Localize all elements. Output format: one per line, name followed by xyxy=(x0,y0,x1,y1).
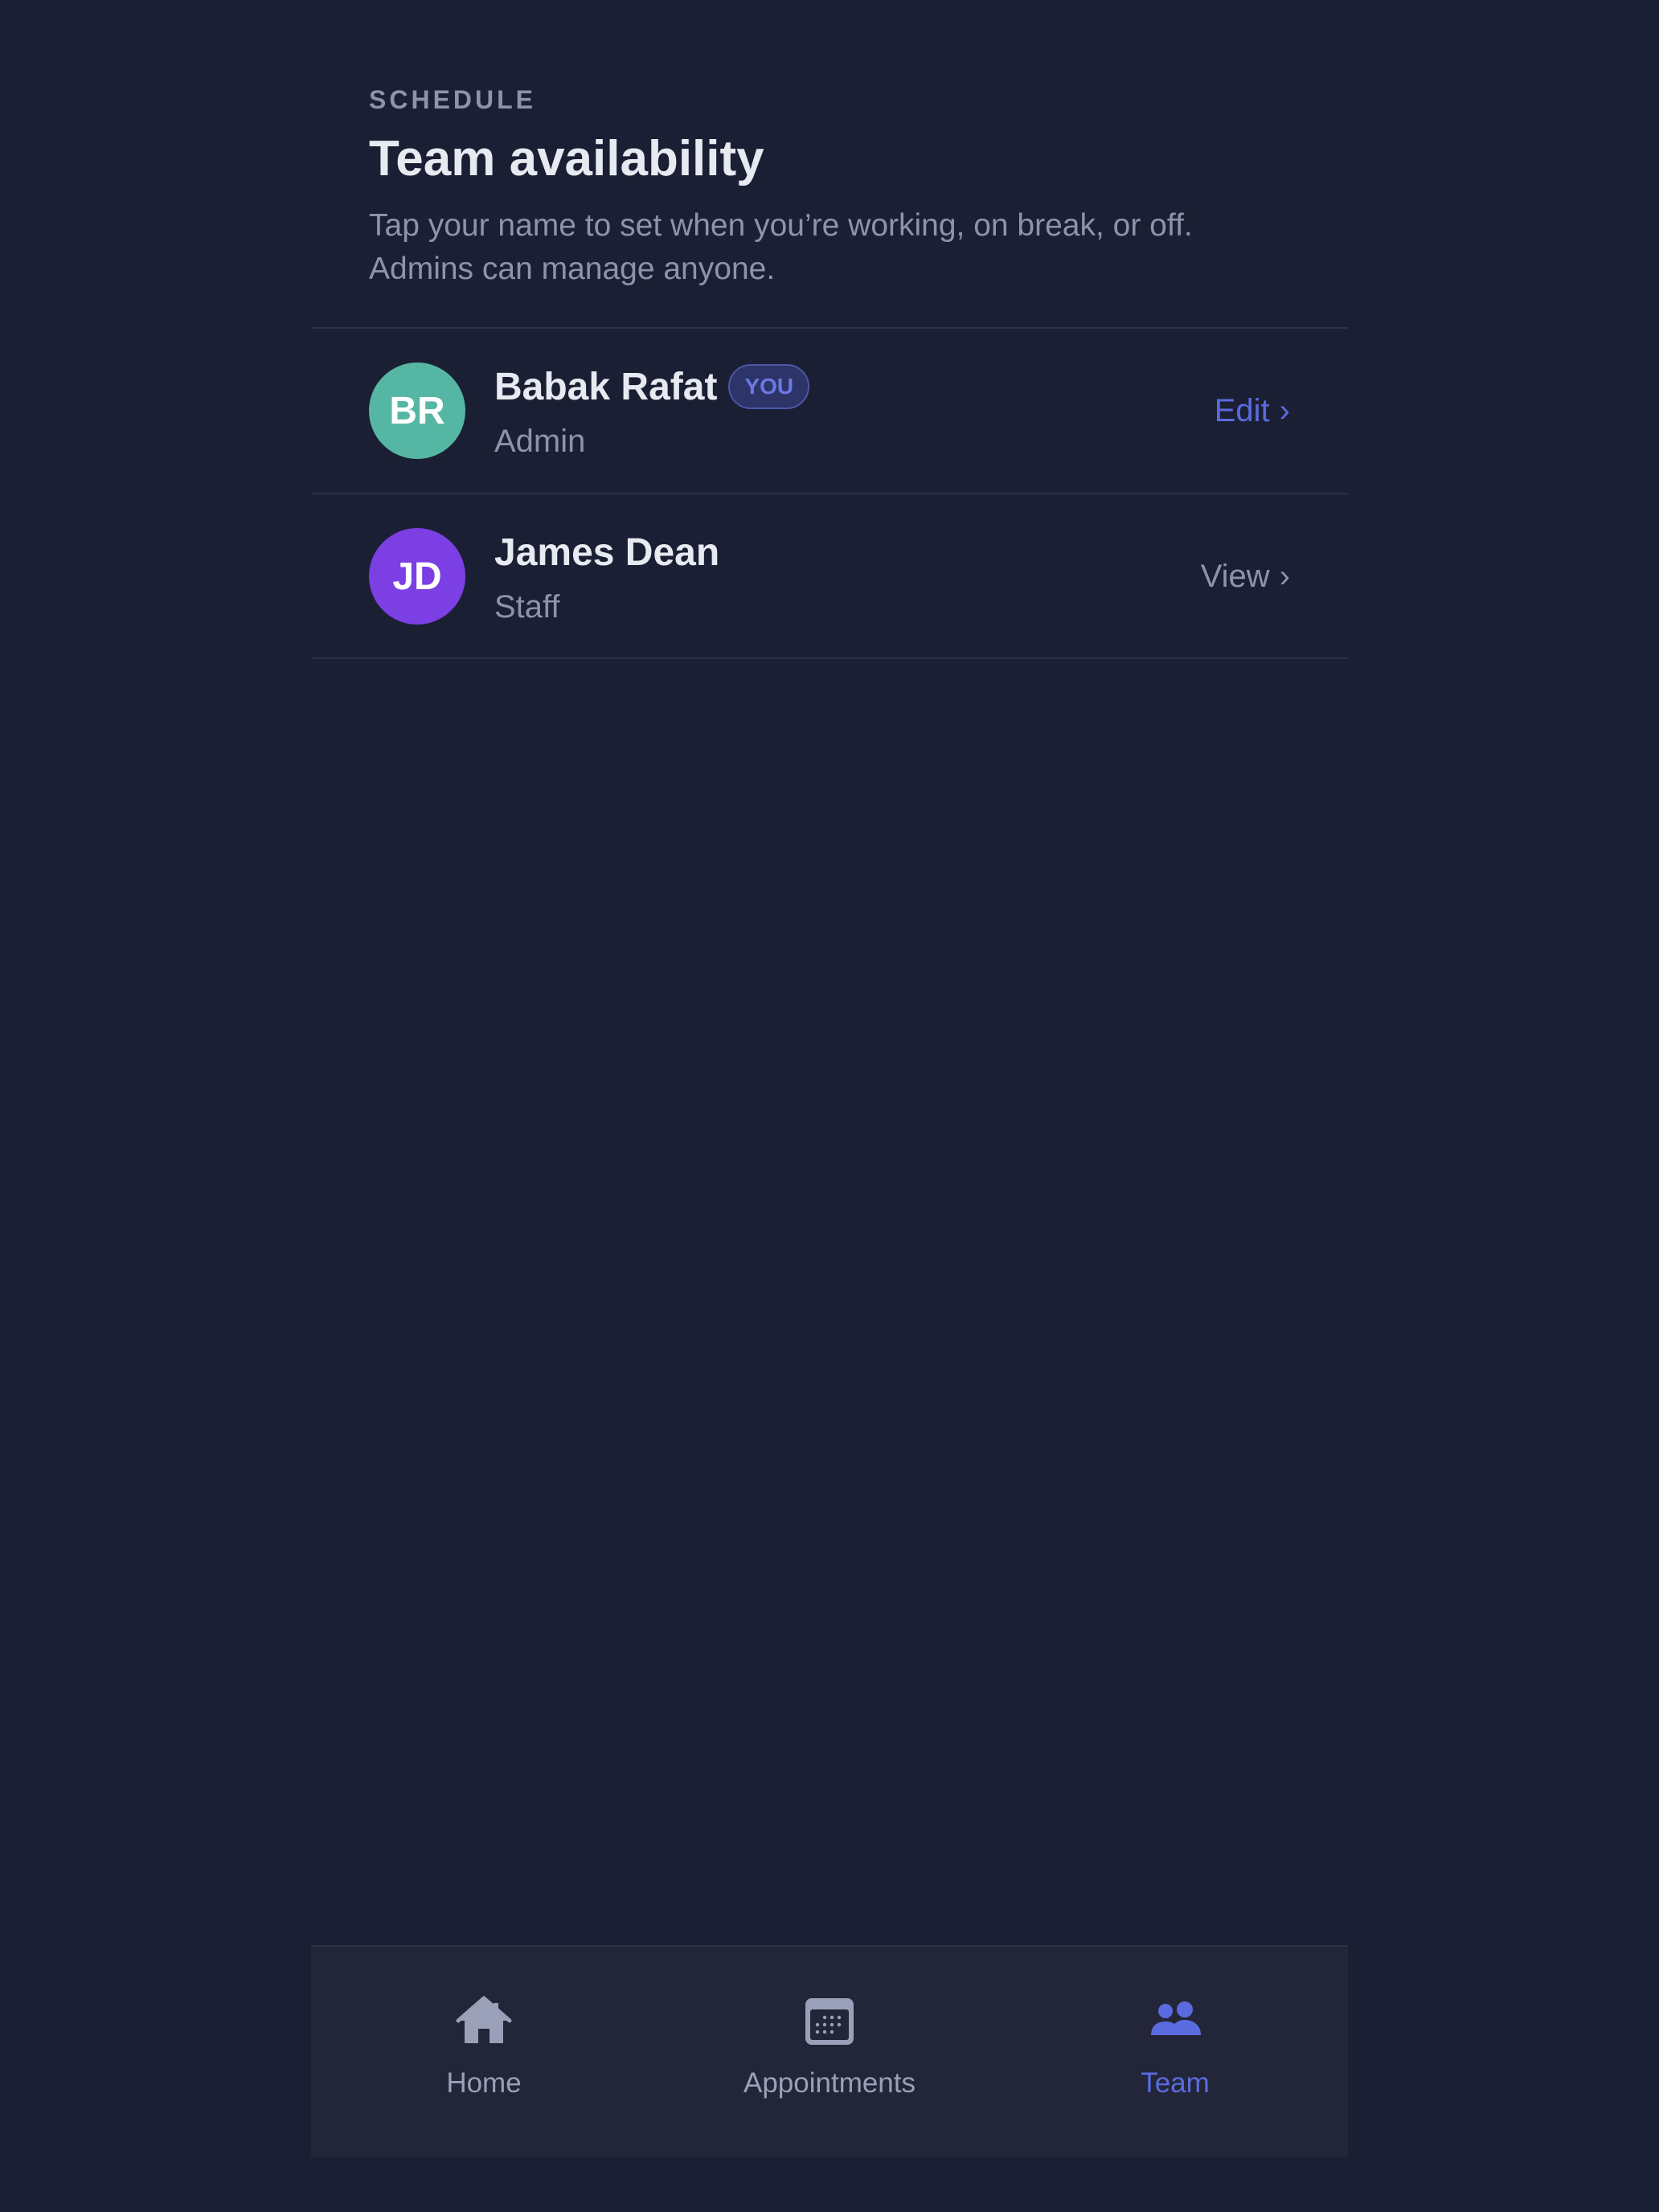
subtitle-line-1: Tap your name to set when you’re working… xyxy=(369,208,1193,243)
row-divider xyxy=(311,657,1348,659)
team-icon xyxy=(1151,2001,1201,2035)
member-role: Admin xyxy=(494,424,586,459)
page-title: Team availability xyxy=(369,131,764,186)
member-row-babak-rafat[interactable]: BR Babak Rafat YOU Admin Edit › xyxy=(311,329,1348,493)
home-icon xyxy=(456,1996,512,2043)
member-role: Staff xyxy=(494,589,560,625)
edit-button-label: Edit xyxy=(1214,393,1270,428)
member-row-james-dean[interactable]: JD James Dean Staff View › xyxy=(311,494,1348,658)
member-name-line: James Dean xyxy=(494,526,719,578)
edit-button[interactable]: Edit › xyxy=(1215,390,1290,432)
chevron-right-icon: › xyxy=(1279,559,1290,594)
tab-appointments-label: Appointments xyxy=(743,2067,916,2099)
subtitle-line-2: Admins can manage anyone. xyxy=(369,252,776,286)
view-button-label: View xyxy=(1200,559,1270,594)
tab-team-label: Team xyxy=(1141,2067,1210,2099)
member-name: Babak Rafat xyxy=(494,365,718,408)
avatar: JD xyxy=(369,528,465,625)
chevron-right-icon: › xyxy=(1279,393,1290,428)
calendar-icon xyxy=(805,1998,854,2045)
member-name-line: Babak Rafat YOU xyxy=(494,361,810,412)
avatar: BR xyxy=(369,363,465,459)
tab-team[interactable]: Team xyxy=(1002,1947,1348,2159)
view-button[interactable]: View › xyxy=(1201,555,1290,597)
page-subtitle: Tap your name to set when you’re working… xyxy=(369,204,1285,291)
tab-home[interactable]: Home xyxy=(311,1947,657,2159)
tab-appointments[interactable]: Appointments xyxy=(657,1947,1002,2159)
bottom-tab-bar: Home Appointments Team xyxy=(311,1945,1348,2157)
member-name: James Dean xyxy=(494,530,720,574)
page-header: SCHEDULE Team availability Tap your name… xyxy=(369,80,1285,291)
tab-home-label: Home xyxy=(446,2067,522,2099)
you-badge: YOU xyxy=(728,364,810,409)
team-availability-screen: SCHEDULE Team availability Tap your name… xyxy=(311,0,1348,2157)
section-overline: SCHEDULE xyxy=(369,85,537,114)
